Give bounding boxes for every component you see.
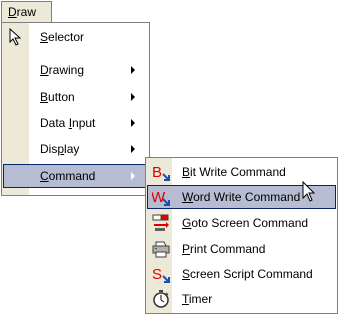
mouse-cursor-icon	[302, 180, 316, 206]
svg-text:S: S	[152, 266, 162, 283]
goto-screen-icon	[152, 214, 170, 232]
stopwatch-icon	[152, 290, 170, 308]
svg-text:B: B	[152, 164, 162, 181]
bit-write-icon: B	[152, 163, 170, 181]
menu-item-goto-screen-label: Goto Screen Command	[182, 216, 309, 230]
menu-item-timer-label: Timer	[182, 292, 213, 306]
menu-item-screen-script-command[interactable]: S Screen Script Command	[147, 262, 336, 286]
menu-item-drawing[interactable]: Drawing	[3, 58, 148, 82]
screen-script-icon: S	[152, 265, 170, 283]
menu-item-display-label: Display	[40, 142, 80, 156]
menu-item-button[interactable]: Button	[3, 85, 148, 109]
menu-item-drawing-label: Drawing	[40, 63, 85, 77]
printer-icon	[152, 240, 170, 258]
menu-item-print-label: Print Command	[182, 242, 266, 256]
menu-item-display[interactable]: Display	[3, 137, 148, 161]
menu-item-print-command[interactable]: Print Command	[147, 237, 336, 261]
word-write-icon: W	[151, 188, 170, 206]
menu-item-command[interactable]: Command	[3, 164, 148, 188]
submenu-arrow-icon	[131, 145, 135, 153]
menu-item-button-label: Button	[40, 90, 75, 104]
submenu-arrow-icon	[131, 66, 135, 74]
menu-item-bit-write-label: Bit Write Command	[182, 165, 286, 179]
submenu-arrow-icon	[131, 93, 135, 101]
menu-item-timer[interactable]: Timer	[147, 287, 336, 311]
menu-item-selector[interactable]: Selector	[3, 25, 148, 49]
menubar-draw[interactable]: Draw	[1, 1, 52, 22]
menu-item-data-input-label: Data Input	[40, 116, 96, 130]
submenu-arrow-icon	[131, 172, 135, 180]
menu-item-data-input[interactable]: Data Input	[3, 111, 148, 135]
menu-item-screen-script-label: Screen Script Command	[182, 267, 313, 281]
draw-menu: Selector Drawing Button Data Input Displ…	[1, 22, 150, 196]
menu-item-command-label: Command	[40, 169, 96, 183]
selector-arrow-icon	[9, 27, 23, 49]
menubar-draw-label: Draw	[8, 5, 37, 19]
menu-item-word-write-label: Word Write Command	[182, 190, 301, 204]
menu-item-selector-label: Selector	[40, 30, 85, 44]
menu-item-goto-screen-command[interactable]: Goto Screen Command	[147, 211, 336, 235]
svg-text:W: W	[152, 189, 166, 206]
submenu-arrow-icon	[131, 119, 135, 127]
